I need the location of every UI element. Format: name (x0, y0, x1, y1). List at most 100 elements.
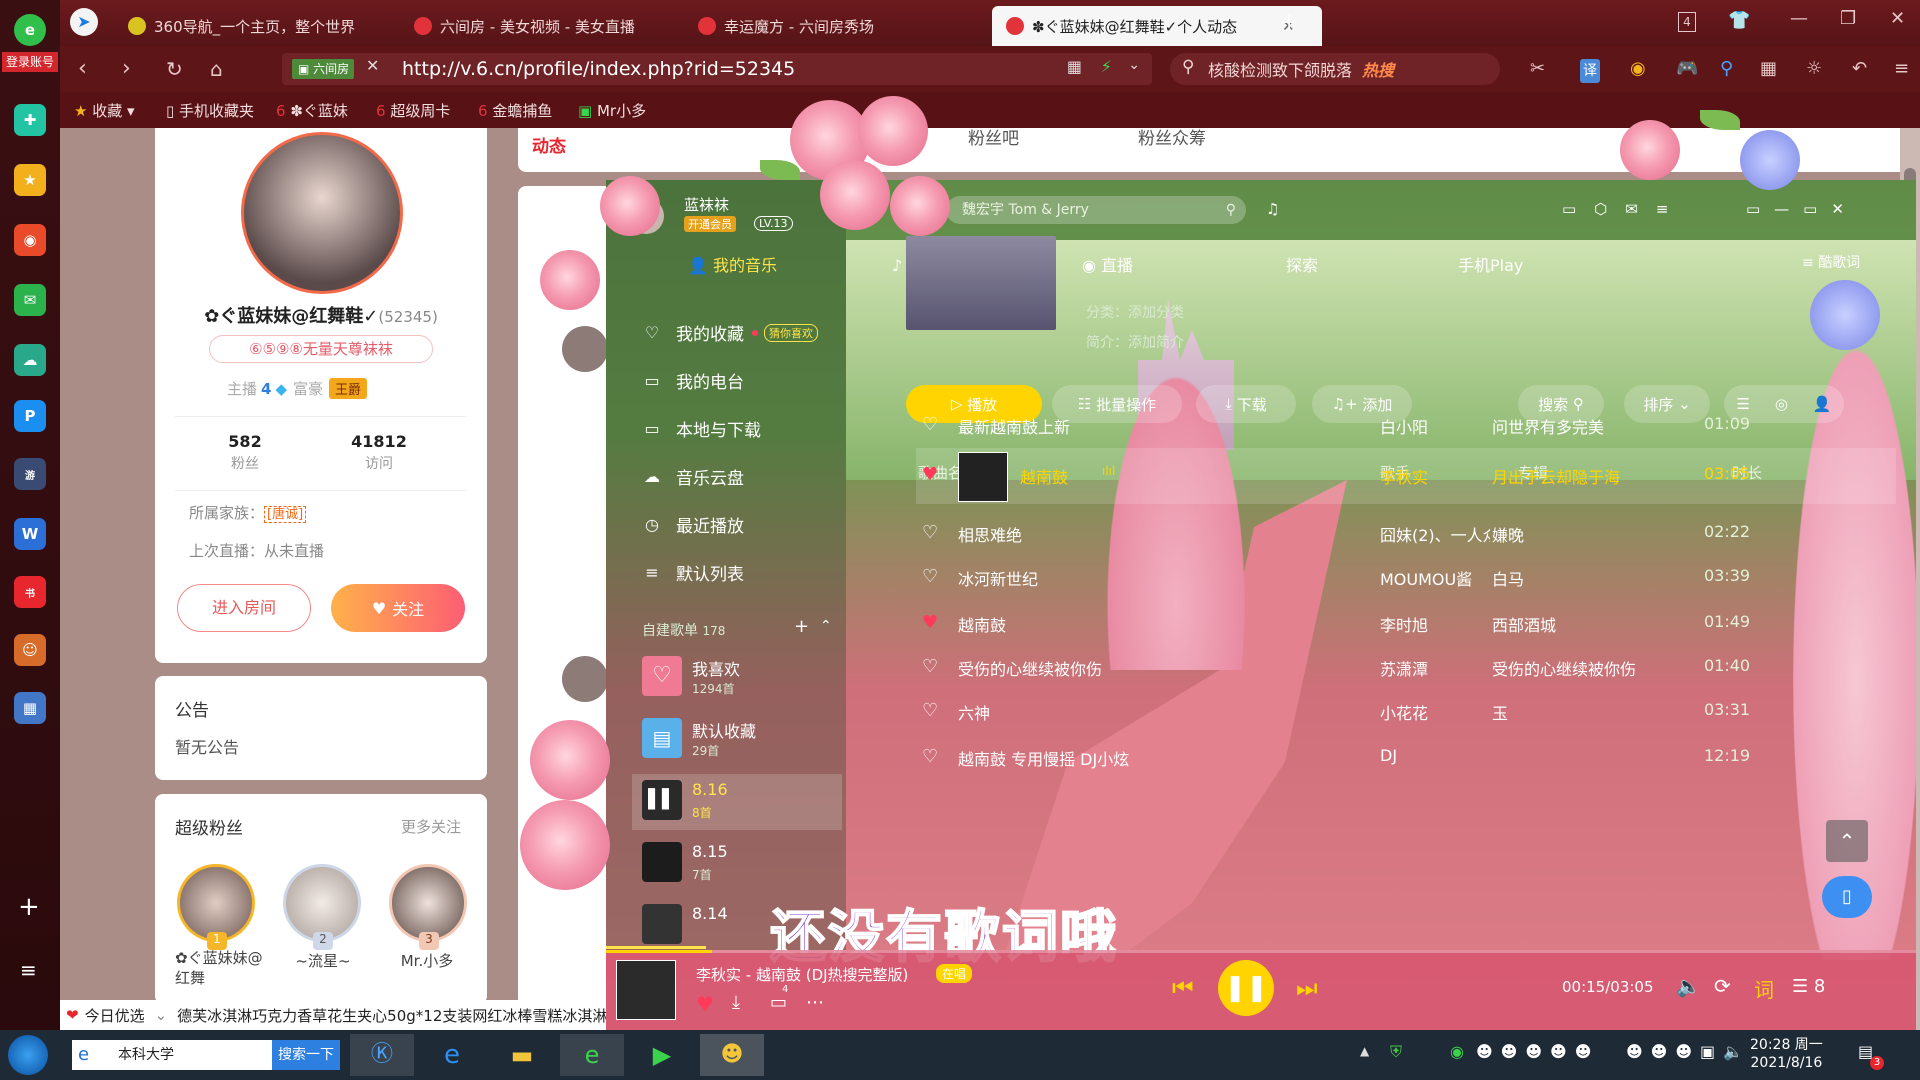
weibo-icon[interactable]: ◉ (14, 224, 46, 256)
avatar[interactable] (241, 132, 403, 294)
nav-live[interactable]: ◉ 直播 (1082, 252, 1133, 276)
table-row[interactable]: ♡ 受伤的心继续被你伤 苏潇潭 受伤的心继续被你伤 01:40 (916, 646, 1896, 692)
song-artist[interactable]: MOUMOU酱 (1380, 566, 1472, 590)
category-line[interactable]: 分类：添加分类 (1086, 302, 1184, 322)
desktop-lyrics-button[interactable]: ≡ 酷歌词 (1802, 252, 1860, 272)
min-max-close-icons[interactable]: ▭—▭✕ (1746, 200, 1858, 218)
album-art[interactable] (616, 960, 676, 1020)
home-icon[interactable]: ⌂ (210, 58, 223, 80)
player-search-input[interactable]: 魏宏宇 Tom & Jerry ⚲ (946, 196, 1246, 224)
taskbar-search-input[interactable]: e 本科大学 (72, 1040, 272, 1070)
like-icon[interactable]: ♥ (696, 992, 714, 1016)
scissors-icon[interactable]: ✂ (1530, 58, 1545, 80)
enter-room-button[interactable]: 进入房间 (177, 584, 311, 632)
playlist-name[interactable]: 默认收藏 (692, 718, 756, 742)
side-cloud[interactable]: ☁ 音乐云盘 (642, 464, 744, 489)
side-recent[interactable]: ◷ 最近播放 (642, 512, 744, 537)
live-badge[interactable]: 在唱 (936, 964, 973, 983)
xiaohongshu-icon[interactable]: 书 (14, 576, 46, 608)
tab-count-badge[interactable]: 4 (1678, 12, 1696, 32)
song-title[interactable]: 六神 (958, 700, 990, 724)
mail-icon[interactable]: ✉ (14, 284, 46, 316)
plus-app-icon[interactable]: ✚ (14, 104, 46, 136)
previous-icon[interactable]: ⏮ (1172, 974, 1194, 1002)
queue-button[interactable]: ☰ 8 (1792, 976, 1825, 997)
side-local-download[interactable]: ▭ 本地与下载 (642, 416, 761, 441)
doc-icon[interactable]: W (14, 518, 46, 550)
song-artist[interactable]: DJ (1380, 746, 1397, 765)
restore-icon[interactable]: ❐ (1840, 8, 1856, 29)
volume-icon[interactable]: 🔈 (1676, 974, 1701, 998)
side-default-list[interactable]: ≡ 默认列表 (642, 560, 744, 585)
tab-360[interactable]: 360导航_一个主页，整个世界 (114, 6, 420, 46)
cloud-icon[interactable]: ☁ (14, 344, 46, 376)
heart-outline-icon[interactable]: ♡ (922, 700, 938, 721)
pause-button[interactable]: ❚❚ (1218, 960, 1274, 1016)
song-artist[interactable]: 白小阳 (1380, 414, 1428, 438)
guess-badge[interactable]: 猜你喜欢 (764, 323, 818, 342)
song-artist[interactable]: 小花花 (1380, 700, 1428, 724)
fan-avatar[interactable] (283, 864, 361, 942)
table-row[interactable]: ♡ 最新越南鼓上新 白小阳 问世界有多完美 01:09 (916, 404, 1896, 450)
apps-icon[interactable]: ▦ (1760, 58, 1777, 80)
bookmark-mobile[interactable]: ▯ 手机收藏夹 (166, 100, 254, 121)
new-tab-icon[interactable]: + (1280, 10, 1298, 35)
table-row[interactable]: ♥ 越南鼓 李时旭 西部酒城 01:49 (916, 602, 1896, 648)
now-playing-title[interactable]: 李秋实 - 越南鼓 (DJ热搜完整版) (696, 964, 908, 985)
download-icon[interactable]: ⤓ (732, 992, 740, 1013)
search-input[interactable]: ⚲ 核酸检测致下颌脱落 热搜 (1170, 53, 1500, 85)
close-icon[interactable]: ✕ (1890, 8, 1905, 29)
table-row[interactable]: ♡ 冰河新世纪 MOUMOU酱 白马 03:39 (916, 556, 1896, 602)
song-title[interactable]: 越南鼓 (1020, 464, 1068, 488)
tab-magic-cube[interactable]: 幸运魔方 - 六间房秀场 (684, 6, 984, 46)
bookmark-weekly[interactable]: 6 超级周卡 (376, 100, 450, 121)
tab-fan-bar[interactable]: 粉丝吧 (968, 124, 1019, 149)
heart-outline-icon[interactable]: ♡ (922, 566, 938, 587)
scroll-top-button[interactable]: ⌃ (1826, 820, 1868, 862)
speed-icon[interactable]: ⚡ (1101, 57, 1112, 76)
news-ticker[interactable]: ❤ 今日优选 ⌄ 德芙冰淇淋巧克力香草花生夹心50g*12支装网红冰棒雪糕冰淇淋… (60, 1000, 620, 1030)
feed-avatar[interactable] (562, 656, 608, 702)
game-app-icon[interactable]: 游 (14, 458, 46, 490)
tab-dynamics[interactable]: 动态 (532, 132, 566, 157)
song-title[interactable]: 最新越南鼓上新 (958, 414, 1070, 438)
feed-avatar[interactable] (562, 326, 608, 372)
fans-stat[interactable]: 582 粉丝 (195, 432, 295, 473)
song-title[interactable]: 越南鼓 专用慢摇 DJ小炫 (958, 746, 1129, 770)
media-player-icon[interactable]: ▶ (630, 1034, 694, 1076)
browser-logo-icon[interactable]: e (14, 14, 46, 46)
song-artist[interactable]: 李秋实 (1380, 464, 1428, 488)
fan-name[interactable]: Mr.小多 (387, 950, 467, 971)
table-row[interactable]: ♡ 六神 小花花 玉 03:31 (916, 690, 1896, 736)
more-icon[interactable]: ⋯ (806, 992, 824, 1013)
taskbar-search-button[interactable]: 搜索一下 (272, 1040, 340, 1070)
song-title[interactable]: 受伤的心继续被你伤 (958, 656, 1102, 680)
song-title[interactable]: 相思难绝 (958, 522, 1022, 546)
add-playlist-icon[interactable]: + (794, 616, 809, 637)
table-row[interactable]: ♥ 越南鼓 ılıl 李秋实 月出于云却隐于海 03:05 (916, 448, 1896, 504)
qq-tray-icons[interactable]: ☻☻☻☻☻ (1476, 1042, 1599, 1061)
comment-icon[interactable]: ▭ (770, 992, 787, 1013)
bookmark-profile[interactable]: 6 ✽ぐ蓝妹 (276, 100, 348, 121)
360-tray-icon[interactable]: ◉ (1450, 1042, 1464, 1061)
bookmark-fish[interactable]: 6 金蟾捕鱼 (478, 100, 552, 121)
song-album[interactable]: 受伤的心继续被你伤 (1492, 656, 1636, 680)
fan-avatar[interactable] (389, 864, 467, 942)
nav-explore[interactable]: 探索 (1286, 252, 1318, 276)
window-controls[interactable]: ▭⬡✉≡ (1562, 200, 1686, 218)
vip-badge[interactable]: 开通会员 (684, 216, 736, 232)
360-browser-icon[interactable]: e (560, 1034, 624, 1076)
heart-outline-icon[interactable]: ♡ (922, 746, 938, 767)
heart-filled-icon[interactable]: ♥ (922, 464, 938, 485)
url-input[interactable]: ▣ 六间房 ✕ http://v.6.cn/profile/index.php?… (282, 53, 1152, 85)
table-row[interactable]: ♡ 相思难绝 囧妹(2)、一人众天嫌晚 02:22 (916, 512, 1896, 558)
heart-filled-icon[interactable]: ♥ (922, 612, 938, 633)
fan-name[interactable]: ~流星~ (283, 950, 363, 971)
tab-profile[interactable]: ✽ぐ蓝妹妹@红舞鞋✓个人动态 ✕ (992, 6, 1322, 46)
progress-track[interactable] (606, 950, 1916, 953)
playlist-name[interactable]: 8.14 (692, 904, 728, 923)
back-icon[interactable]: ‹ (78, 58, 87, 80)
shield-icon[interactable]: ⛨ (1390, 1042, 1402, 1062)
forward-icon[interactable]: › (122, 58, 131, 80)
mobile-icon[interactable]: ▯ (1822, 876, 1872, 918)
